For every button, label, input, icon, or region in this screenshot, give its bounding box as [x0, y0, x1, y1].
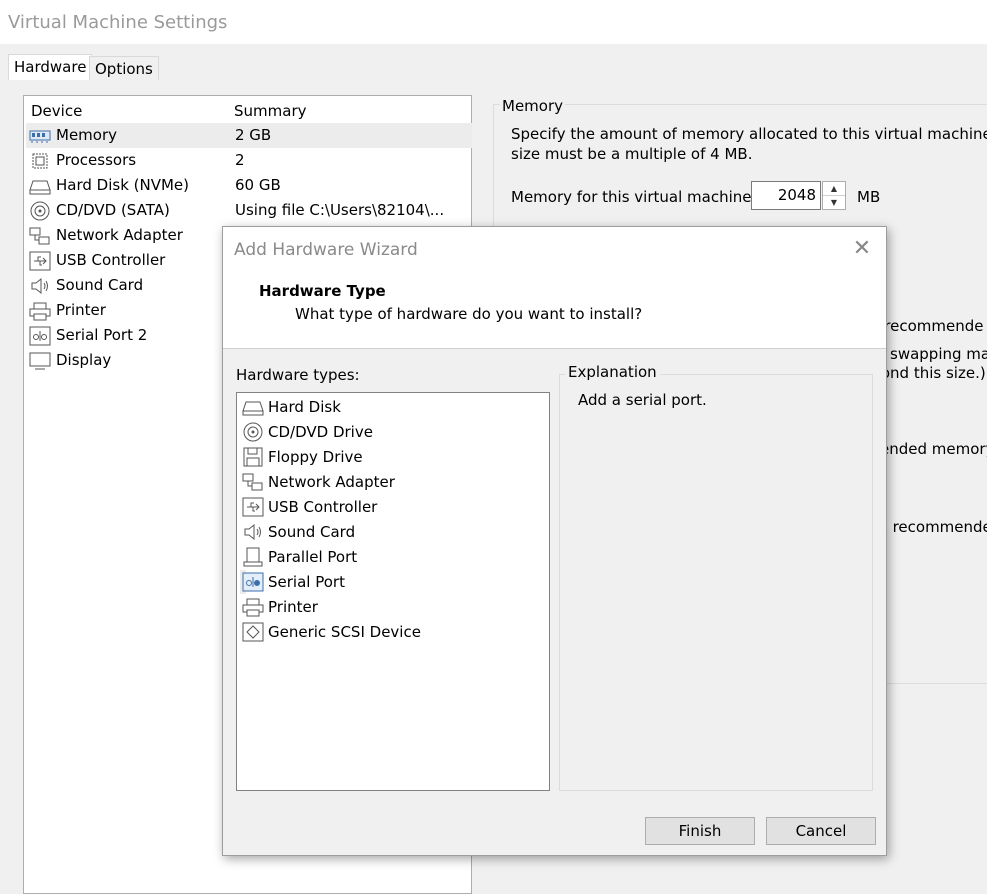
memory-description-line: Specify the amount of memory allocated t…: [511, 125, 987, 143]
usb-controller-icon: [29, 251, 51, 271]
usb-controller-icon: [242, 497, 264, 517]
memory-description-line: size must be a multiple of 4 MB.: [511, 145, 753, 163]
hardware-types-label: Hardware types:: [236, 366, 360, 384]
memory-field-label: Memory for this virtual machine:: [511, 188, 757, 206]
spin-up-icon[interactable]: ▲: [823, 182, 845, 196]
hard-disk-icon: [29, 176, 51, 196]
tab-hardware[interactable]: Hardware: [8, 54, 93, 82]
memory-description: Specify the amount of memory allocated t…: [511, 124, 987, 164]
hardware-item-label: Printer: [268, 598, 318, 616]
hardware-item-label: Floppy Drive: [268, 448, 363, 466]
device-summary: Using file C:\Users\82104\...: [235, 201, 445, 219]
window-title: Virtual Machine Settings: [8, 12, 228, 33]
recommended-memory-text: n recommende: [870, 317, 984, 335]
sound-card-icon: [242, 522, 264, 542]
serial-port-icon: [29, 326, 51, 346]
add-hardware-wizard-dialog: Add Hardware Wizard ✕ Hardware Type What…: [222, 226, 887, 856]
memory-icon: [29, 126, 51, 146]
explanation-text: Add a serial port.: [578, 391, 707, 409]
device-name: Network Adapter: [56, 226, 183, 244]
scsi-device-icon: [242, 622, 264, 642]
device-name: Hard Disk (NVMe): [56, 176, 190, 194]
hardware-item-label: Generic SCSI Device: [268, 623, 421, 641]
cancel-button[interactable]: Cancel: [766, 817, 876, 845]
hardware-item-floppy-drive[interactable]: Floppy Drive: [240, 445, 363, 469]
device-name: Sound Card: [56, 276, 144, 294]
tab-options[interactable]: Options: [89, 56, 159, 82]
hardware-item-sound-card[interactable]: Sound Card: [240, 520, 355, 544]
hardware-item-label: Serial Port: [268, 573, 345, 591]
explanation-group-box: [559, 374, 873, 791]
device-name: Memory: [56, 126, 118, 144]
device-row-processors[interactable]: Processors 2: [26, 148, 472, 173]
network-adapter-icon: [29, 226, 51, 246]
dialog-footer: Finish Cancel: [223, 807, 886, 855]
device-name: Serial Port 2: [56, 326, 148, 344]
swapping-note-text: yond this size.): [872, 364, 986, 382]
sound-card-icon: [29, 276, 51, 296]
hardware-item-label: CD/DVD Drive: [268, 423, 373, 441]
memory-size-input[interactable]: 2048: [751, 181, 821, 210]
cd-dvd-icon: [242, 422, 264, 442]
recommended-memory-text: ended memory: [880, 440, 987, 458]
wizard-heading: Hardware Type: [259, 282, 386, 300]
memory-spinner[interactable]: ▲ ▼: [822, 181, 846, 210]
device-name: USB Controller: [56, 251, 166, 269]
hardware-item-generic-scsi-device[interactable]: Generic SCSI Device: [240, 620, 421, 644]
device-row-memory[interactable]: Memory 2 GB: [26, 123, 472, 148]
device-name: Printer: [56, 301, 106, 319]
wizard-subheading: What type of hardware do you want to ins…: [295, 305, 643, 323]
finish-button[interactable]: Finish: [645, 817, 755, 845]
printer-icon: [29, 301, 51, 321]
swapping-note-text: swapping may: [890, 345, 987, 363]
hardware-item-label: Parallel Port: [268, 548, 358, 566]
floppy-icon: [242, 447, 264, 467]
printer-icon: [242, 597, 264, 617]
close-icon[interactable]: ✕: [850, 237, 874, 261]
column-header-summary[interactable]: Summary: [234, 100, 307, 122]
display-icon: [29, 351, 51, 371]
recommended-memory-text: s recommende: [880, 518, 987, 536]
wizard-body: Hardware types: Hard Disk CD/DVD Drive F…: [223, 348, 886, 808]
processor-icon: [29, 151, 51, 171]
hardware-item-parallel-port[interactable]: Parallel Port: [240, 545, 357, 569]
network-adapter-icon: [242, 472, 264, 492]
hardware-item-serial-port[interactable]: Serial Port: [240, 570, 345, 594]
device-row-cd-dvd[interactable]: CD/DVD (SATA) Using file C:\Users\82104\…: [26, 198, 472, 223]
explanation-label: Explanation: [565, 363, 660, 381]
hardware-item-cd-dvd-drive[interactable]: CD/DVD Drive: [240, 420, 373, 444]
hardware-types-list[interactable]: Hard Disk CD/DVD Drive Floppy Drive Netw…: [236, 392, 550, 791]
hardware-item-printer[interactable]: Printer: [240, 595, 318, 619]
serial-port-icon: [242, 572, 264, 592]
device-row-hard-disk[interactable]: Hard Disk (NVMe) 60 GB: [26, 173, 472, 198]
memory-unit: MB: [857, 188, 881, 206]
dialog-title: Add Hardware Wizard: [234, 240, 418, 260]
parallel-port-icon: [242, 547, 264, 567]
hardware-item-network-adapter[interactable]: Network Adapter: [240, 470, 395, 494]
device-name: Display: [56, 351, 112, 369]
cd-dvd-icon: [29, 201, 51, 221]
device-name: CD/DVD (SATA): [56, 201, 170, 219]
device-summary: 2: [235, 151, 245, 169]
tab-bar: Hardware Options: [0, 44, 987, 82]
hard-disk-icon: [242, 397, 264, 417]
hardware-item-label: Hard Disk: [268, 398, 341, 416]
hardware-item-usb-controller[interactable]: USB Controller: [240, 495, 377, 519]
spin-down-icon[interactable]: ▼: [823, 196, 845, 209]
device-summary: 2 GB: [235, 126, 272, 144]
hardware-item-label: Sound Card: [268, 523, 356, 541]
hardware-item-label: USB Controller: [268, 498, 378, 516]
hardware-item-hard-disk[interactable]: Hard Disk: [240, 395, 341, 419]
memory-group-label: Memory: [500, 96, 566, 116]
device-summary: 60 GB: [235, 176, 281, 194]
device-name: Processors: [56, 151, 137, 169]
column-header-device[interactable]: Device: [31, 100, 82, 122]
hardware-item-label: Network Adapter: [268, 473, 395, 491]
